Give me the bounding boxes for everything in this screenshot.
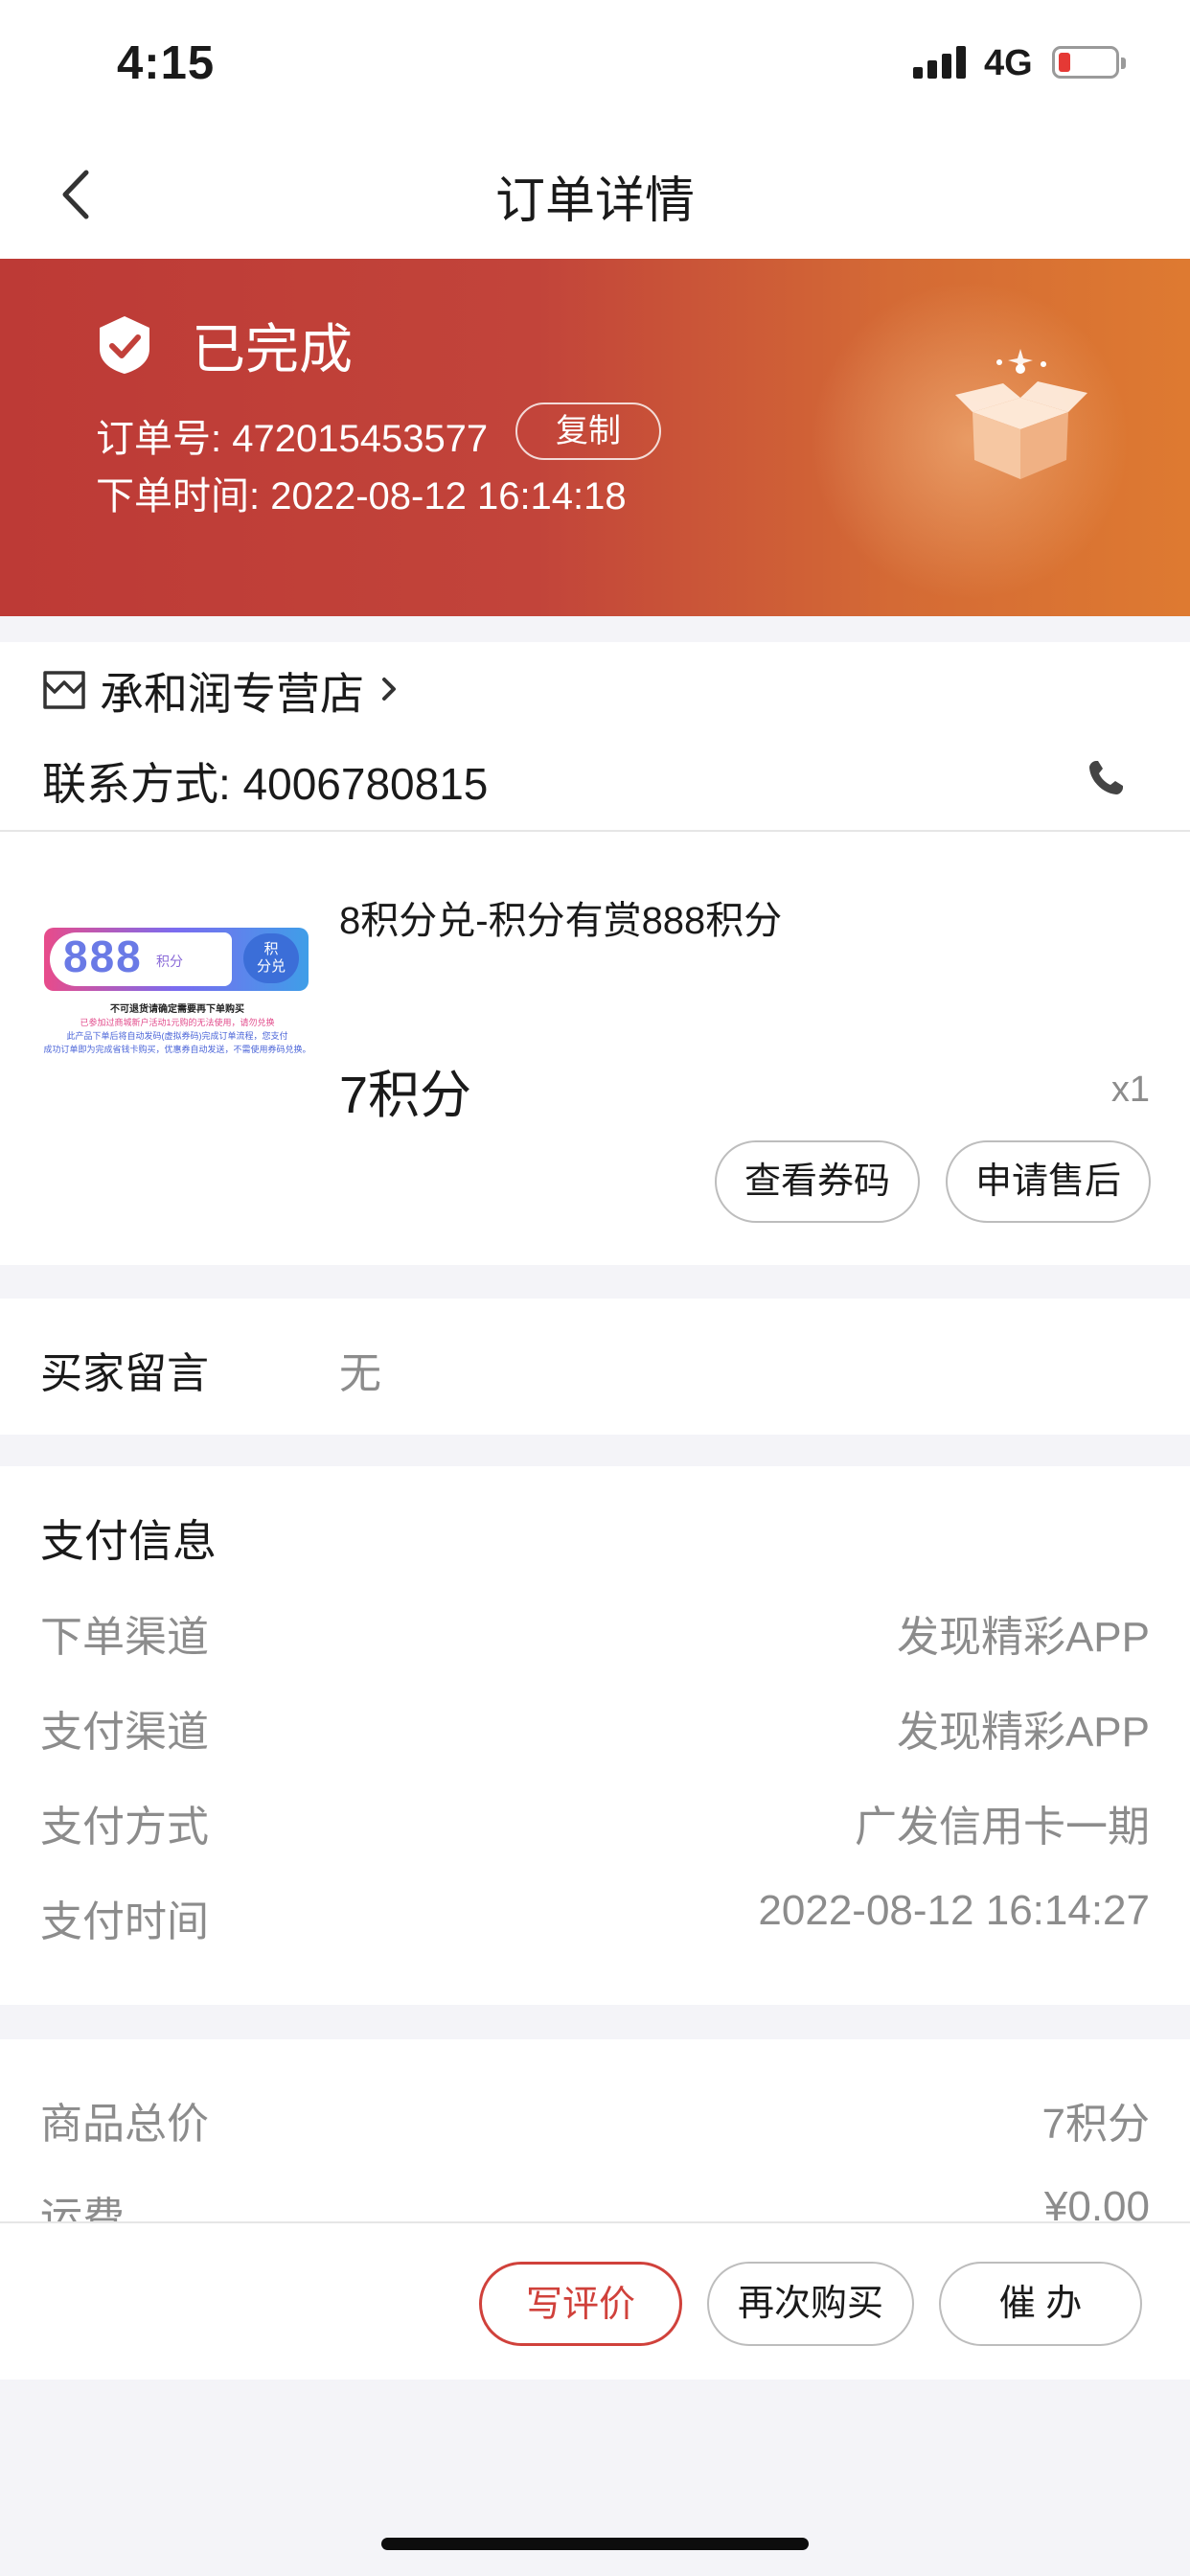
thumb-badge: 积 分兑 [243,933,299,983]
store-icon [43,671,85,709]
order-time: 下单时间: 2022-08-12 16:14:18 [96,475,627,518]
view-code-button[interactable]: 查看券码 [715,1140,920,1223]
payment-row-label: 下单渠道 [40,1614,209,1661]
product-title[interactable]: 8积分兑-积分有赏888积分 [339,889,782,945]
thumb-note-4: 成功订单即为完成省钱卡购买，优惠券自动发送，不需使用券码兑换。 [43,1045,311,1054]
payment-row-value: 发现精彩APP [896,1709,1150,1756]
store-contact: 联系方式: 4006780815 [42,759,489,809]
thumb-note-2: 已参加过商城新户活动1元购的无法使用，请勿兑换 [80,1018,275,1027]
after-sale-button[interactable]: 申请售后 [946,1140,1151,1223]
payment-row-value: 发现精彩APP [896,1614,1150,1661]
total-row: 运费 ¥0.00 [40,2183,1150,2221]
payment-row: 支付渠道 发现精彩APP [40,1697,1150,1756]
total-row-value: ¥0.00 [1043,2183,1150,2221]
write-review-button[interactable]: 写评价 [479,2262,682,2346]
gift-box-icon [955,349,1087,479]
buy-again-button[interactable]: 再次购买 [707,2262,914,2346]
payment-row-value: 2022-08-12 16:14:27 [758,1887,1150,1934]
signal-icon [913,46,969,79]
payment-row: 下单渠道 发现精彩APP [40,1602,1150,1661]
battery-icon [1052,46,1126,79]
totals-card: 商品总价 7积分 运费 ¥0.00 [0,2039,1190,2221]
order-status-banner: 已完成 订单号: 472015453577 复制 下单时间: 2022-08-1… [0,259,1190,616]
product-quantity: x1 [1110,1070,1150,1110]
bottom-action-bar: 写评价 再次购买 催 办 [0,2221,1190,2380]
thumb-note-3: 此产品下单后将自动发码(虚拟券码)完成订单流程，您支付 [66,1031,288,1041]
payment-row: 支付方式 广发信用卡一期 [40,1792,1150,1851]
buyer-message-label: 买家留言 [40,1350,209,1397]
payment-row: 支付时间 2022-08-12 16:14:27 [40,1887,1150,1945]
copy-button[interactable]: 复制 [515,402,661,460]
total-row-label: 运费 [40,2195,125,2221]
payment-row-label: 支付渠道 [40,1709,209,1756]
thumb-badge-line2: 分兑 [256,958,286,975]
order-number: 订单号: 472015453577 [96,418,489,460]
product-card: 888 积分 积 分兑 不可退货请确定需要再下单购买 已参加过商城新户活动1元购… [0,832,1190,1265]
status-bar: 4:15 4G [0,0,1190,129]
buyer-message-value: 无 [339,1350,381,1397]
buyer-message-card: 买家留言 无 [0,1299,1190,1435]
thumb-note-1: 不可退货请确定需要再下单购买 [110,1004,244,1015]
product-price: 7积分 [339,1067,472,1124]
phone-icon[interactable] [1085,757,1127,799]
nav-bar: 订单详情 [0,129,1190,259]
total-row: 商品总价 7积分 [40,2089,1150,2148]
thumb-unit: 积分 [156,954,183,969]
payment-info-card: 支付信息 下单渠道 发现精彩APP 支付渠道 发现精彩APP 支付方式 广发信用… [0,1466,1190,2005]
home-indicator [381,2538,809,2550]
store-card: 承和润专营店 联系方式: 4006780815 [0,642,1190,832]
urge-button[interactable]: 催 办 [939,2262,1142,2346]
payment-row-label: 支付时间 [40,1898,209,1945]
page-title: 订单详情 [494,173,695,229]
payment-row-value: 广发信用卡一期 [855,1804,1150,1851]
thumb-badge-line1: 积 [263,941,279,957]
total-row-value: 7积分 [1041,2101,1150,2148]
network-type: 4G [984,43,1033,83]
payment-info-title: 支付信息 [40,1516,217,1566]
total-row-label: 商品总价 [40,2101,209,2148]
check-shield-icon [100,316,149,374]
order-status: 已完成 [192,319,353,380]
thumb-888: 888 [63,932,143,981]
store-name-link[interactable]: 承和润专营店 [100,659,364,723]
product-thumbnail[interactable]: 888 积分 积 分兑 不可退货请确定需要再下单购买 已参加过商城新户活动1元购… [34,928,320,1129]
chevron-right-icon [382,678,396,701]
payment-row-label: 支付方式 [40,1804,209,1851]
status-time: 4:15 [117,37,216,89]
